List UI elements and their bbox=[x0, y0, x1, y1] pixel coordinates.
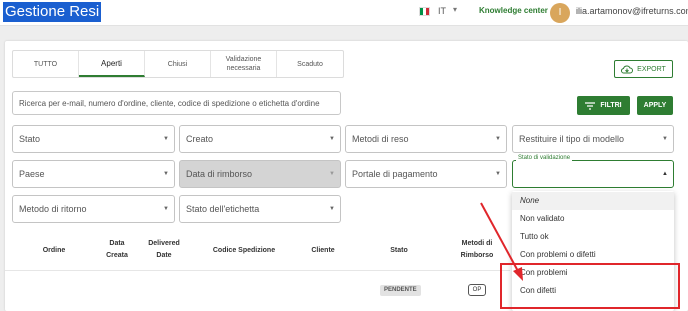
caret-down-icon: ▼ bbox=[163, 206, 169, 212]
knowledge-center-link[interactable]: Knowledge center bbox=[479, 6, 548, 15]
status-badge: PENDENTE bbox=[380, 285, 421, 296]
caret-down-icon: ▼ bbox=[329, 136, 335, 142]
option-con-problemi-o-difetti[interactable]: Con problemi o difetti bbox=[512, 246, 674, 264]
filtri-button[interactable]: FILTRI bbox=[577, 96, 630, 115]
caret-down-icon: ▼ bbox=[329, 206, 335, 212]
metodo-ritorno-select[interactable]: Metodo di ritorno ▼ bbox=[12, 195, 175, 223]
creato-select[interactable]: Creato ▼ bbox=[179, 125, 341, 153]
cloud-download-icon bbox=[621, 65, 634, 73]
caret-down-icon: ▼ bbox=[329, 171, 335, 177]
language-selector[interactable]: IT bbox=[438, 6, 446, 16]
data-rimborso-select: Data di rimborso ▼ bbox=[179, 160, 341, 188]
option-tutto-ok[interactable]: Tutto ok bbox=[512, 228, 674, 246]
metodi-reso-select-label: Metodi di reso bbox=[352, 134, 409, 144]
metodi-reso-select[interactable]: Metodi di reso ▼ bbox=[345, 125, 507, 153]
tab-aperti[interactable]: Aperti bbox=[79, 51, 145, 77]
restituire-tipo-select[interactable]: Restituire il tipo di modello ▼ bbox=[512, 125, 674, 153]
filter-lines-icon bbox=[585, 101, 596, 110]
metodo-ritorno-select-label: Metodo di ritorno bbox=[19, 204, 87, 214]
column-header-delivered-date[interactable]: Delivered Date bbox=[144, 238, 184, 262]
paese-select-label: Paese bbox=[19, 169, 45, 179]
creato-select-label: Creato bbox=[186, 134, 214, 144]
italy-flag-icon bbox=[419, 7, 430, 16]
option-none[interactable]: None bbox=[512, 192, 674, 210]
column-header-data-creata[interactable]: Data Creata bbox=[102, 238, 132, 262]
caret-down-icon[interactable]: ▾ bbox=[453, 5, 457, 14]
apply-button[interactable]: APPLY bbox=[637, 96, 673, 115]
tab-scaduto[interactable]: Scaduto bbox=[277, 51, 343, 77]
stato-etichetta-select-label: Stato dell'etichetta bbox=[186, 204, 260, 214]
export-button[interactable]: EXPORT bbox=[614, 60, 673, 78]
tab-tutto[interactable]: TUTTO bbox=[13, 51, 79, 77]
avatar[interactable]: I bbox=[550, 3, 570, 23]
stato-select-label: Stato bbox=[19, 134, 41, 144]
option-con-problemi[interactable]: Con problemi bbox=[512, 264, 674, 282]
portale-pagamento-select-label: Portale di pagamento bbox=[352, 169, 438, 179]
column-header-cliente[interactable]: Cliente bbox=[306, 245, 340, 257]
user-email[interactable]: ilia.artamonov@ifreturns.com bbox=[576, 6, 688, 16]
paese-select[interactable]: Paese ▼ bbox=[12, 160, 175, 188]
restituire-tipo-select-label: Restituire il tipo di modello bbox=[519, 134, 625, 144]
filtri-label: FILTRI bbox=[600, 102, 622, 109]
stato-validazione-select[interactable]: ▲ bbox=[512, 160, 674, 188]
stato-validazione-label: Stato di validazione bbox=[516, 155, 573, 161]
portale-pagamento-select[interactable]: Portale di pagamento ▼ bbox=[345, 160, 507, 188]
table-divider bbox=[5, 270, 510, 271]
caret-up-icon: ▲ bbox=[662, 171, 668, 177]
caret-down-icon: ▼ bbox=[163, 136, 169, 142]
column-header-metodi-rimborso[interactable]: Metodi di Rimborso bbox=[456, 238, 498, 262]
tab-validazione-necessaria[interactable]: Validazione necessaria bbox=[211, 51, 277, 77]
export-label: EXPORT bbox=[637, 65, 666, 73]
stato-select[interactable]: Stato ▼ bbox=[12, 125, 175, 153]
option-con-difetti[interactable]: Con difetti bbox=[512, 282, 674, 300]
caret-down-icon: ▼ bbox=[495, 171, 501, 177]
column-header-stato[interactable]: Stato bbox=[382, 245, 416, 257]
caret-down-icon: ▼ bbox=[495, 136, 501, 142]
column-header-codice-spedizione[interactable]: Codice Spedizione bbox=[206, 245, 282, 257]
search-input[interactable]: Ricerca per e-mail, numero d'ordine, cli… bbox=[12, 91, 341, 115]
data-rimborso-select-label: Data di rimborso bbox=[186, 169, 253, 179]
refund-method-badge: OP bbox=[468, 284, 486, 296]
stato-validazione-menu: None Non validato Tutto ok Con problemi … bbox=[512, 191, 674, 311]
option-non-validato[interactable]: Non validato bbox=[512, 210, 674, 228]
tab-chiusi[interactable]: Chiusi bbox=[145, 51, 211, 77]
stato-etichetta-select[interactable]: Stato dell'etichetta ▼ bbox=[179, 195, 341, 223]
app-title: Gestione Resi bbox=[3, 2, 102, 22]
top-bar: Gestione Resi IT ▾ Knowledge center I il… bbox=[0, 0, 688, 26]
caret-down-icon: ▼ bbox=[662, 136, 668, 142]
caret-down-icon: ▼ bbox=[163, 171, 169, 177]
status-tabs: TUTTO Aperti Chiusi Validazione necessar… bbox=[12, 50, 344, 78]
column-header-ordine[interactable]: Ordine bbox=[34, 245, 74, 257]
